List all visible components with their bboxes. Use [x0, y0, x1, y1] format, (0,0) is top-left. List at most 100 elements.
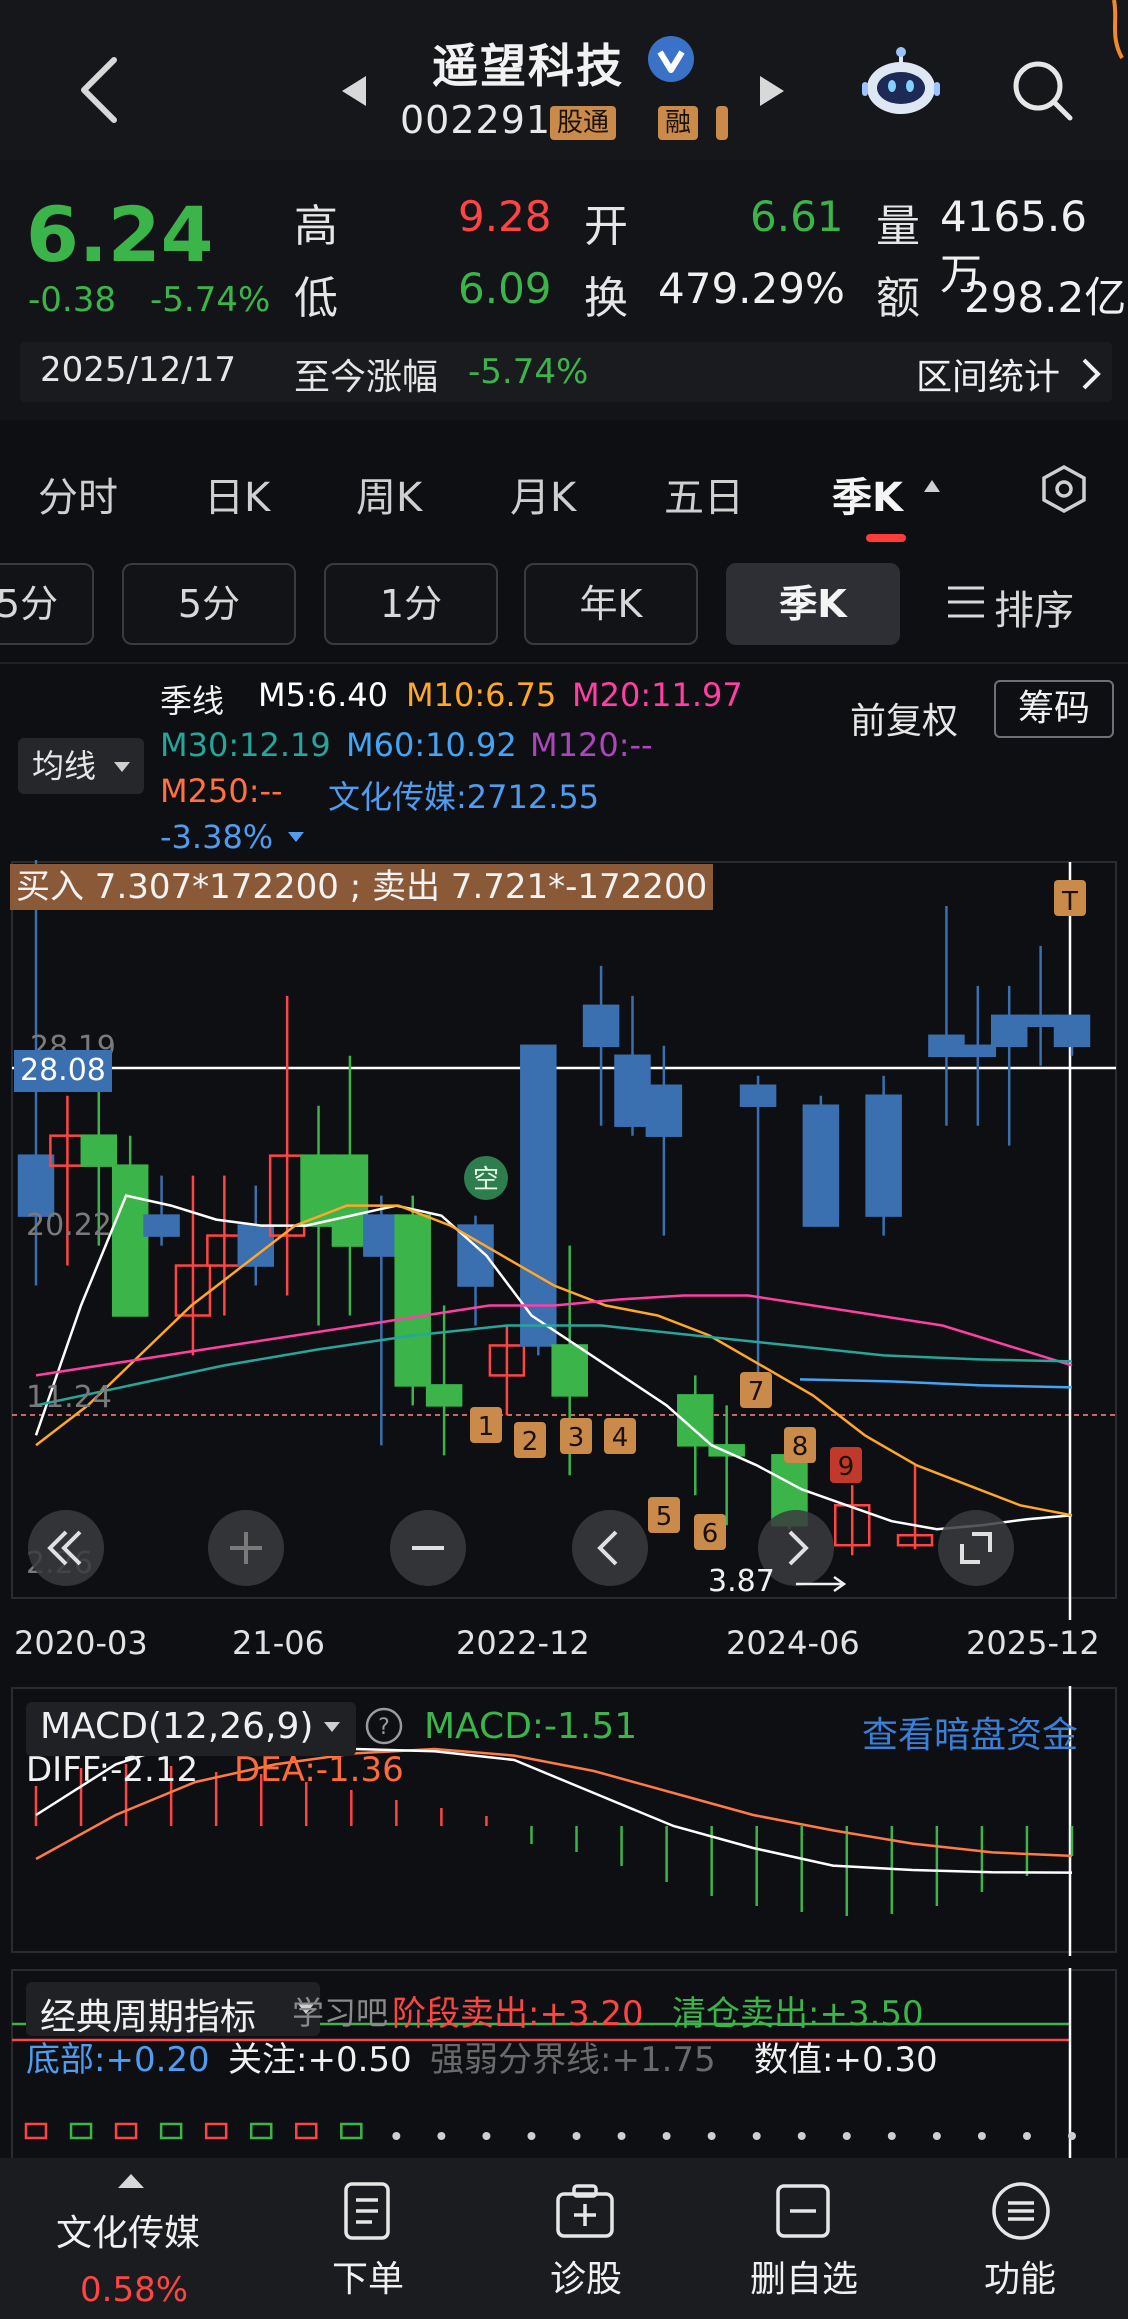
functions-button[interactable]: 功能 [984, 2250, 1056, 2302]
order-document-icon[interactable] [336, 2180, 398, 2242]
range-stats-button[interactable]: 区间统计 [916, 348, 1060, 400]
sector-name-button[interactable]: 文化传媒 [56, 2204, 200, 2256]
ma120-label: M120:-- [530, 726, 653, 764]
macd-value: MACD:-1.51 [424, 1706, 638, 1747]
selected-date: 2025/12/17 [40, 350, 236, 390]
candle-body [959, 1044, 997, 1058]
candle-body [865, 1094, 902, 1217]
sub-period-yearly[interactable]: 年K [524, 563, 698, 645]
caret-down-icon[interactable] [322, 1720, 342, 1734]
active-tab-indicator [866, 534, 906, 542]
tab-intraday[interactable]: 分时 [38, 465, 118, 523]
zoom-in-icon[interactable] [206, 1508, 286, 1588]
front-adjust-button[interactable]: 前复权 [850, 692, 958, 744]
fullscreen-icon[interactable] [936, 1508, 1016, 1588]
trade-banner: 买入 7.307*172200 ; 卖出 7.721*-172200 [10, 864, 714, 910]
chips-button[interactable]: 筹码 [994, 680, 1114, 738]
low-value: 6.09 [458, 264, 552, 313]
help-icon[interactable]: ? [364, 1706, 404, 1746]
ma10-label: M10:6.75 [406, 676, 557, 714]
zoom-out-icon[interactable] [388, 1508, 468, 1588]
caret-down-icon[interactable] [112, 760, 132, 774]
connect-badge: 股通 [550, 106, 617, 140]
signal-marker-label: 6 [702, 1519, 719, 1549]
sub-period-5min[interactable]: 5分 [122, 563, 296, 645]
price-change: -0.38 [28, 280, 116, 320]
date-tick: 2024-06 [726, 1624, 860, 1662]
volume-label: 量 [876, 201, 920, 252]
caret-up-icon[interactable] [116, 2172, 146, 2190]
bottom-value: 底部:+0.20 [26, 2040, 210, 2080]
diagnose-kit-icon[interactable] [554, 2180, 616, 2242]
cycle-dot [392, 2132, 401, 2140]
signal-marker-label: 9 [838, 1452, 855, 1482]
candle-body [80, 1134, 118, 1167]
cycle-dot [797, 2132, 806, 2140]
signal-marker-label: 4 [612, 1423, 629, 1453]
candle-body [143, 1214, 180, 1237]
tab-weekly-k[interactable]: 周K [356, 465, 422, 523]
settings-hexagon-icon[interactable] [1040, 464, 1088, 514]
list-sort-icon[interactable] [946, 584, 986, 620]
cycle-dot [842, 2132, 851, 2140]
caret-up-icon[interactable] [922, 478, 942, 494]
sector-index-label: 文化传媒:2712.55 [328, 778, 600, 816]
candle-body [551, 1344, 588, 1397]
top-marker-label: T [1061, 887, 1078, 917]
macd-title: MACD(12,26,9) [40, 1706, 314, 1747]
next-stock-icon[interactable] [758, 74, 786, 108]
cycle-mark [340, 2122, 363, 2140]
candle-body [300, 1154, 337, 1227]
candle-body [645, 1084, 683, 1137]
open-value: 6.61 [750, 192, 844, 241]
diff-value: DIFF:-2.12 [26, 1750, 199, 1790]
learn-link[interactable]: 学习吧 [292, 1988, 388, 2034]
tab-five-day[interactable]: 五日 [664, 465, 744, 523]
sub-period-5min-partial[interactable]: 5分 [0, 563, 94, 645]
remove-watch-button[interactable]: 删自选 [750, 2250, 858, 2302]
badge-overflow [716, 106, 728, 140]
cycle-mark [204, 2122, 228, 2140]
dark-fund-link[interactable]: 查看暗盘资金 [862, 1706, 1078, 1758]
cycle-dot [617, 2132, 626, 2140]
cycle-dot [752, 2132, 761, 2140]
fast-backward-icon[interactable] [26, 1508, 106, 1588]
margin-badge: 融 [658, 106, 699, 140]
ma60-label: M60:10.92 [346, 726, 517, 764]
attention-value: 关注:+0.50 [228, 2040, 412, 2080]
scroll-left-icon[interactable] [570, 1508, 650, 1588]
cycle-dot [977, 2132, 986, 2140]
tab-daily-k[interactable]: 日K [204, 465, 270, 523]
high-value: 9.28 [458, 192, 552, 241]
kline-chart[interactable]: 1 2 3 4 56 789 空 T [0, 860, 1128, 1620]
remove-watch-icon[interactable] [772, 2180, 834, 2242]
tab-quarterly-k[interactable]: 季K [832, 465, 903, 523]
sort-button[interactable]: 排序 [994, 578, 1074, 636]
candle-body [17, 1154, 55, 1217]
diagnose-button[interactable]: 诊股 [550, 2250, 622, 2302]
cycle-mark [69, 2122, 93, 2140]
functions-menu-icon[interactable] [990, 2180, 1052, 2242]
chevron-right-icon[interactable] [1080, 356, 1102, 392]
price-axis-tick: 20.22 [26, 1208, 112, 1243]
tab-monthly-k[interactable]: 月K [510, 465, 576, 523]
order-button[interactable]: 下单 [332, 2250, 404, 2302]
signal-marker-label: 2 [522, 1427, 539, 1457]
cycle-mark [159, 2122, 183, 2140]
ma5-label: M5:6.40 [258, 676, 388, 714]
assistant-robot-icon[interactable] [862, 46, 940, 124]
previous-stock-icon[interactable] [340, 74, 368, 108]
sub-period-quarterly[interactable]: 季K [726, 563, 900, 645]
low-price-marker: 3.87 [708, 1564, 775, 1599]
open-label: 开 [584, 201, 628, 252]
arrow-right-icon [796, 1575, 847, 1593]
caret-down-icon[interactable] [286, 830, 306, 844]
low-label: 低 [294, 273, 338, 324]
back-arrow-icon[interactable] [76, 54, 124, 126]
cycle-mark [114, 2122, 138, 2140]
sub-period-1min[interactable]: 1分 [324, 563, 498, 645]
cycle-dot [1068, 2132, 1076, 2140]
signal-marker-label: 3 [568, 1423, 585, 1453]
date-tick: 2022-12 [456, 1624, 590, 1662]
search-icon[interactable] [1010, 58, 1074, 122]
